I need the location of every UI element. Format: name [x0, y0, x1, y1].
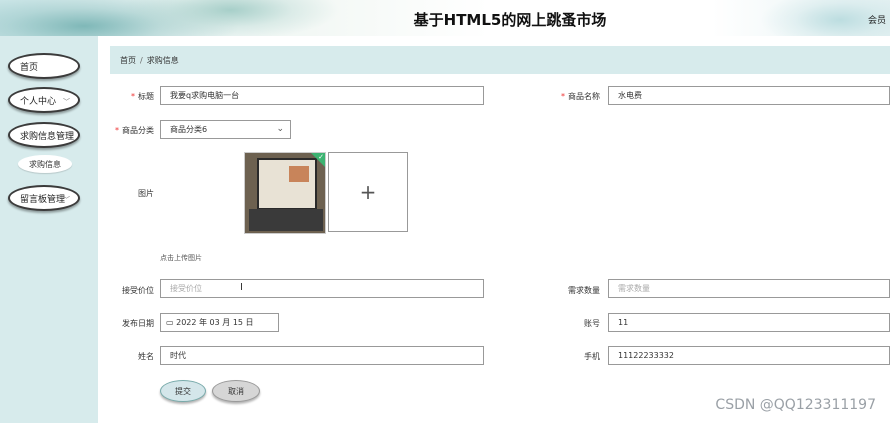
upload-add-button[interactable]: + [328, 152, 408, 232]
watermark: CSDN @QQ123311197 [715, 397, 876, 413]
sidebar-item-message-board[interactable]: 留言板管理 ﹀ [8, 185, 80, 211]
breadcrumb-home[interactable]: 首页 [120, 56, 136, 65]
calendar-icon: ▭ [166, 318, 174, 327]
sidebar-item-label: 首页 [20, 62, 39, 73]
sidebar-item-label: 求购信息 [29, 159, 61, 169]
submit-button[interactable]: 提交 [160, 380, 206, 402]
account-label: 账号 [584, 319, 600, 328]
sidebar-item-home[interactable]: 首页 [8, 53, 80, 79]
laptop-photo [257, 158, 317, 210]
member-link[interactable]: 会员 [868, 13, 886, 26]
price-label: 接受价位 [122, 286, 154, 295]
phone-input[interactable]: 11122233332 [608, 346, 890, 365]
product-name-input[interactable]: 水电费 [608, 86, 890, 105]
phone-label: 手机 [584, 352, 600, 361]
sidebar-subitem-purchase-info[interactable]: 求购信息 [18, 155, 72, 173]
account-input[interactable]: 11 [608, 313, 890, 332]
product-name-label: * 商品名称 [530, 91, 600, 102]
product-name-label-text: 商品名称 [568, 92, 600, 101]
required-mark: * [561, 92, 565, 101]
breadcrumb-bar: 首页 / 求购信息 [110, 46, 890, 74]
chevron-down-icon: ﹀ [63, 98, 70, 106]
category-selected-value: 商品分类6 [170, 125, 208, 134]
breadcrumb: 首页 / 求购信息 [120, 55, 179, 66]
title-label: * 标题 [84, 91, 154, 102]
sidebar-item-label: 留言板管理 [20, 194, 66, 205]
required-mark: * [131, 92, 135, 101]
main-content: 首页 / 求购信息 * 标题 我要q求购电脑一台 * 商品名称 水电费 * 商品分类 商品… [98, 36, 890, 423]
cancel-button[interactable]: 取消 [212, 380, 260, 402]
uploaded-image-thumbnail[interactable]: ✓ [244, 152, 326, 234]
chevron-down-icon: ⌄ [276, 124, 284, 134]
name-input[interactable]: 时代 [160, 346, 484, 365]
sidebar-item-label: 个人中心 [20, 96, 57, 107]
title-label-text: 标题 [138, 92, 154, 101]
app-title: 基于HTML5的网上跳蚤市场 [413, 11, 607, 29]
price-input[interactable]: 接受价位 [160, 279, 484, 298]
upload-success-icon: ✓ [311, 153, 325, 167]
name-label: 姓名 [138, 352, 154, 361]
breadcrumb-separator: / [140, 56, 143, 65]
chevron-down-icon: ﹀ [63, 196, 70, 204]
top-header: 基于HTML5的网上跳蚤市场 会员 [0, 0, 890, 36]
date-label: 发布日期 [122, 319, 154, 328]
category-label: * 商品分类 [84, 125, 154, 136]
quantity-input[interactable]: 需求数量 [608, 279, 890, 298]
date-value: 2022 年 03 月 15 日 [176, 318, 254, 327]
plus-icon: + [359, 180, 377, 204]
text-cursor-icon: I [240, 282, 243, 293]
quantity-label: 需求数量 [568, 286, 600, 295]
required-mark: * [115, 126, 119, 135]
sidebar-item-label: 求购信息管理 [20, 131, 75, 142]
category-select[interactable]: 商品分类6 ⌄ [160, 120, 291, 139]
date-picker[interactable]: ▭ 2022 年 03 月 15 日 [160, 313, 279, 332]
image-label: 图片 [138, 189, 154, 198]
category-label-text: 商品分类 [122, 126, 154, 135]
sidebar-item-personal-center[interactable]: 个人中心 ﹀ [8, 87, 80, 113]
laptop-photo-base [249, 209, 323, 231]
upload-hint: 点击上传图片 [160, 254, 202, 262]
breadcrumb-current: 求购信息 [146, 56, 179, 65]
title-input[interactable]: 我要q求购电脑一台 [160, 86, 484, 105]
sidebar-item-purchase-management[interactable]: 求购信息管理 [8, 122, 80, 148]
